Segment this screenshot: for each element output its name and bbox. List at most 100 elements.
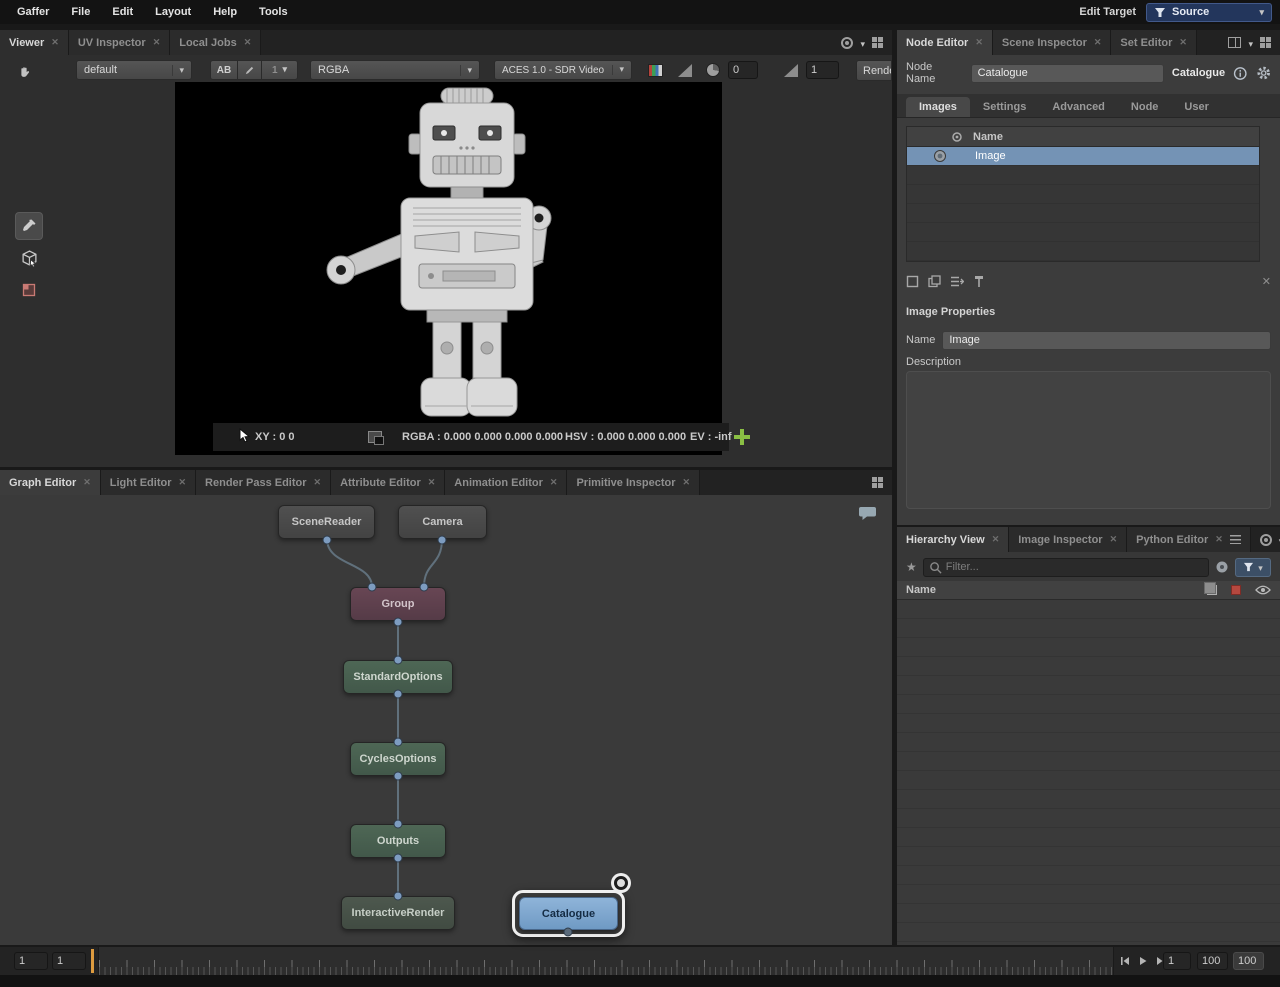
exposure-ramp-icon[interactable] (678, 64, 692, 77)
column-header-name[interactable]: Name (906, 584, 936, 596)
compare-wipe-button[interactable] (238, 60, 262, 80)
close-tab-icon[interactable] (51, 38, 59, 47)
node-standardoptions[interactable]: StandardOptions (343, 660, 453, 694)
tab-primitive-inspector[interactable]: Primitive Inspector (567, 470, 700, 495)
pan-tool-button[interactable] (12, 60, 36, 84)
tab-image-inspector[interactable]: Image Inspector (1009, 527, 1127, 552)
annotation-icon[interactable] (858, 506, 877, 521)
visibility-column-icon[interactable] (1255, 585, 1271, 595)
close-tab-icon[interactable] (1110, 535, 1118, 544)
range-end-field-2[interactable] (1233, 952, 1264, 970)
tab-light-editor[interactable]: Light Editor (101, 470, 196, 495)
tab-python-editor[interactable]: Python Editor (1127, 527, 1251, 552)
close-tab-icon[interactable] (428, 478, 436, 487)
node-drag-handle[interactable] (614, 876, 628, 890)
edit-target-dropdown[interactable]: Source (1146, 3, 1272, 22)
node-cyclesoptions[interactable]: CyclesOptions (350, 742, 446, 776)
info-icon[interactable] (1233, 66, 1247, 81)
tab-overflow-icon[interactable] (1230, 535, 1241, 544)
remove-image-button[interactable] (1262, 275, 1271, 288)
node-catalogue[interactable]: Catalogue (519, 897, 618, 930)
exposure-field[interactable] (728, 61, 758, 79)
gear-icon[interactable] (1256, 65, 1271, 81)
playhead-marker[interactable] (91, 949, 94, 973)
exclude-column-icon[interactable] (1231, 585, 1241, 595)
add-readout-icon[interactable] (734, 429, 750, 445)
layout-menu-icon[interactable] (872, 477, 883, 488)
image-name-field[interactable] (942, 331, 1271, 350)
duplicate-image-button[interactable] (928, 275, 941, 288)
close-tab-icon[interactable] (83, 478, 91, 487)
color-picker-tool-button[interactable] (15, 212, 43, 240)
menu-gaffer[interactable]: Gaffer (6, 6, 60, 18)
close-tab-icon[interactable] (992, 535, 1000, 544)
tab-uv-inspector[interactable]: UV Inspector (69, 30, 170, 55)
chevron-down-icon[interactable] (1248, 35, 1253, 51)
close-tab-icon[interactable] (1215, 535, 1223, 544)
playback-frame-field[interactable] (1163, 952, 1191, 970)
close-tab-icon[interactable] (179, 478, 187, 487)
select-object-tool-button[interactable] (15, 244, 43, 272)
tab-animation-editor[interactable]: Animation Editor (445, 470, 567, 495)
tab-hierarchy-view[interactable]: Hierarchy View (897, 527, 1009, 552)
close-tab-icon[interactable] (1094, 38, 1102, 47)
subtab-settings[interactable]: Settings (970, 97, 1039, 117)
current-frame-field[interactable] (52, 952, 86, 970)
export-image-button[interactable] (950, 275, 964, 288)
render-button[interactable]: Render (856, 60, 892, 81)
node-camera[interactable]: Camera (398, 505, 487, 539)
tab-set-editor[interactable]: Set Editor (1111, 30, 1197, 55)
close-tab-icon[interactable] (314, 478, 322, 487)
channels-dropdown[interactable]: RGBA (310, 60, 480, 80)
tab-attribute-editor[interactable]: Attribute Editor (331, 470, 445, 495)
gamma-ramp-icon[interactable] (784, 64, 798, 77)
channel-bars-icon[interactable] (648, 64, 663, 77)
node-scenereader[interactable]: SceneReader (278, 505, 375, 539)
subtab-node[interactable]: Node (1118, 97, 1172, 117)
close-tab-icon[interactable] (975, 38, 983, 47)
bookmark-star-icon[interactable] (906, 561, 917, 573)
menu-edit[interactable]: Edit (101, 6, 144, 18)
menu-file[interactable]: File (60, 6, 101, 18)
node-outputs[interactable]: Outputs (350, 824, 446, 858)
range-end-field[interactable] (1197, 952, 1228, 970)
tab-graph-editor[interactable]: Graph Editor (0, 470, 101, 495)
close-tab-icon[interactable] (550, 478, 558, 487)
layout-menu-icon[interactable] (872, 37, 883, 48)
pin-editor-icon[interactable] (841, 37, 853, 49)
skip-to-start-button[interactable] (1120, 956, 1130, 966)
tab-local-jobs[interactable]: Local Jobs (170, 30, 261, 55)
view-mode-dropdown[interactable]: default (76, 60, 192, 80)
sets-column-icon[interactable] (1207, 585, 1217, 595)
follow-focus-icon[interactable] (1215, 560, 1229, 574)
hierarchy-rows[interactable] (897, 600, 1280, 945)
scene-filter-dropdown[interactable] (1235, 558, 1271, 577)
subtab-advanced[interactable]: Advanced (1039, 97, 1118, 117)
gamma-field[interactable] (806, 61, 839, 79)
node-interactiverender[interactable]: InteractiveRender (341, 896, 455, 930)
range-start-field[interactable] (14, 952, 48, 970)
description-field[interactable] (906, 371, 1271, 509)
tab-node-editor[interactable]: Node Editor (897, 30, 993, 55)
exposure-dial-icon[interactable] (706, 63, 720, 77)
menu-layout[interactable]: Layout (144, 6, 202, 18)
pin-column-button[interactable] (973, 275, 985, 288)
menu-tools[interactable]: Tools (248, 6, 299, 18)
close-tab-icon[interactable] (153, 38, 161, 47)
display-transform-dropdown[interactable]: ACES 1.0 - SDR Video (494, 60, 632, 80)
filter-input[interactable] (946, 561, 1203, 573)
close-tab-icon[interactable] (1179, 38, 1187, 47)
compare-ab-button[interactable]: AB (210, 60, 238, 80)
menu-help[interactable]: Help (202, 6, 248, 18)
chevron-down-icon[interactable] (860, 35, 865, 51)
crop-window-tool-button[interactable] (15, 276, 43, 304)
node-group[interactable]: Group (350, 587, 446, 621)
frame-ruler[interactable] (98, 947, 1114, 975)
column-header-name[interactable]: Name (973, 131, 1003, 143)
pin-editor-icon[interactable] (1260, 534, 1272, 546)
tab-render-pass-editor[interactable]: Render Pass Editor (196, 470, 331, 495)
image-row[interactable]: Image (907, 147, 1259, 166)
node-name-field[interactable] (971, 64, 1164, 83)
output-index-icon[interactable] (951, 131, 963, 143)
render-viewport[interactable]: XY : 0 0 RGBA : 0.000 0.000 0.000 0.000 … (175, 82, 722, 455)
